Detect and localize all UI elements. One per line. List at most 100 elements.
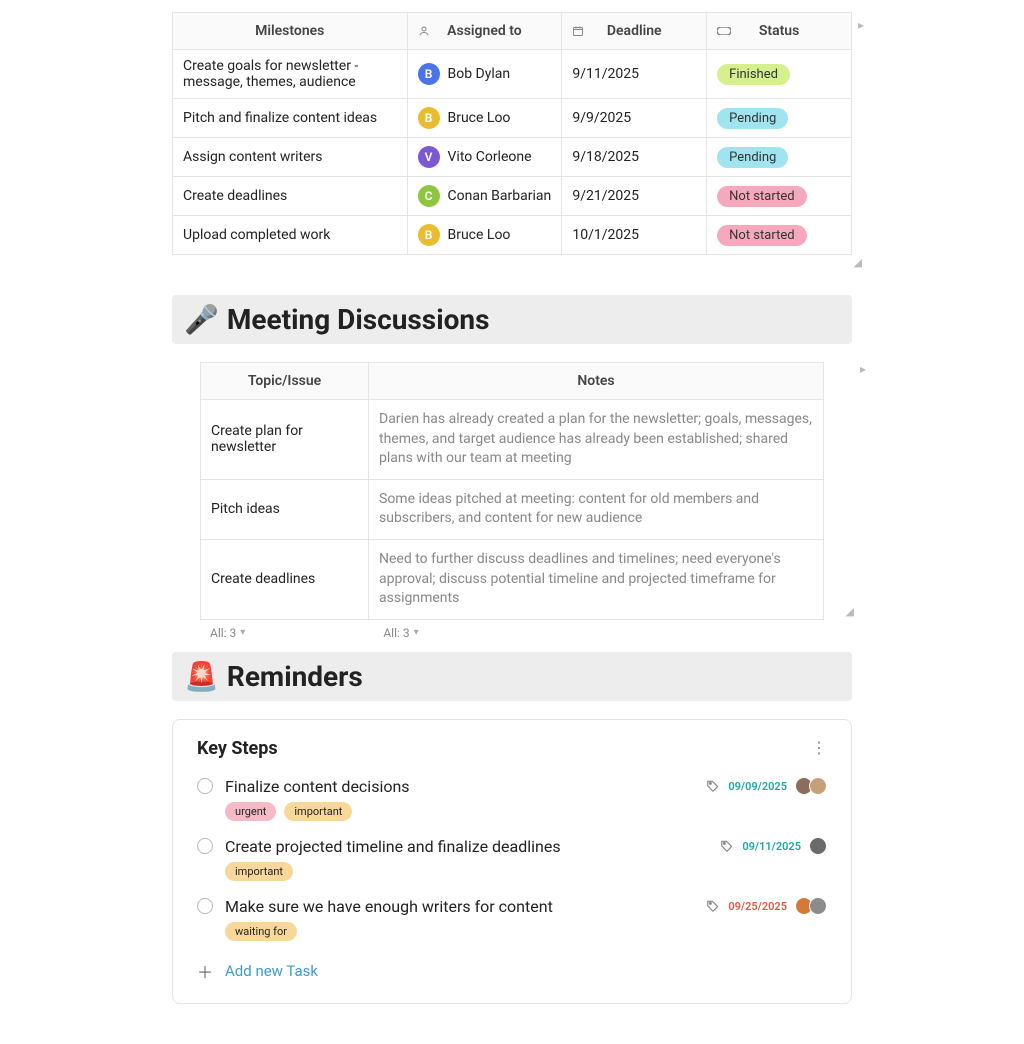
task-item[interactable]: Make sure we have enough writers for con… <box>197 891 827 951</box>
discussions-table-container: ▸ Topic/Issue Notes Create plan for news… <box>172 344 852 644</box>
status-badge: Pending <box>717 147 788 168</box>
deadline-cell[interactable]: 9/11/2025 <box>562 50 707 99</box>
col-header-milestones[interactable]: Milestones <box>173 13 408 50</box>
microphone-icon: 🎤 <box>184 303 219 336</box>
table-row[interactable]: Assign content writers V Vito Corleone 9… <box>173 138 852 177</box>
notes-cell[interactable]: Darien has already created a plan for th… <box>369 400 824 480</box>
topic-cell[interactable]: Create deadlines <box>201 539 369 619</box>
deadline-cell[interactable]: 9/21/2025 <box>562 177 707 216</box>
task-checkbox[interactable] <box>197 778 213 794</box>
table-row[interactable]: Create goals for newsletter - message, t… <box>173 50 852 99</box>
assignee-name: Bruce Loo <box>448 227 511 243</box>
milestone-title-cell[interactable]: Pitch and finalize content ideas <box>173 99 408 138</box>
resize-handle-icon[interactable]: ◢ <box>846 605 854 618</box>
section-header-reminders: 🚨 Reminders <box>172 652 852 701</box>
notes-cell[interactable]: Some ideas pitched at meeting: content f… <box>369 479 824 539</box>
milestone-title-cell[interactable]: Assign content writers <box>173 138 408 177</box>
notes-cell[interactable]: Need to further discuss deadlines and ti… <box>369 539 824 619</box>
task-title: Make sure we have enough writers for con… <box>225 897 694 916</box>
table-row[interactable]: Pitch and finalize content ideas B Bruce… <box>173 99 852 138</box>
status-cell[interactable]: Not started <box>707 216 852 255</box>
task-checkbox[interactable] <box>197 898 213 914</box>
expand-right-icon[interactable]: ▸ <box>860 362 866 376</box>
task-tag[interactable]: important <box>284 802 352 821</box>
status-cell[interactable]: Pending <box>707 138 852 177</box>
avatar: C <box>418 185 440 207</box>
avatar: V <box>418 146 440 168</box>
add-task-label: Add new Task <box>225 962 318 980</box>
status-cell[interactable]: Finished <box>707 50 852 99</box>
assignee-cell[interactable]: B Bob Dylan <box>407 50 562 99</box>
col-header-notes[interactable]: Notes <box>369 363 824 400</box>
calendar-icon <box>572 25 584 37</box>
tag-icon <box>706 899 720 913</box>
avatar: B <box>418 107 440 129</box>
col-header-label: Topic/Issue <box>248 373 321 389</box>
person-icon <box>418 25 430 37</box>
deadline-cell[interactable]: 10/1/2025 <box>562 216 707 255</box>
table-footer-count-right[interactable]: All: 3 ▾ <box>383 626 418 640</box>
table-row[interactable]: Create deadlines Need to further discuss… <box>201 539 824 619</box>
table-row[interactable]: Pitch ideas Some ideas pitched at meetin… <box>201 479 824 539</box>
col-header-topic[interactable]: Topic/Issue <box>201 363 369 400</box>
task-date: 09/11/2025 <box>742 840 801 853</box>
chevron-down-icon: ▾ <box>240 627 245 638</box>
table-footer-count-left[interactable]: All: 3 ▾ <box>210 626 245 640</box>
avatar: B <box>418 224 440 246</box>
expand-right-icon[interactable]: ▸ <box>858 18 864 32</box>
assignee-name: Vito Corleone <box>448 149 532 165</box>
status-cell[interactable]: Pending <box>707 99 852 138</box>
task-title: Finalize content decisions <box>225 777 694 796</box>
col-header-assigned[interactable]: Assigned to <box>407 13 562 50</box>
col-header-label: Notes <box>577 373 614 389</box>
resize-handle-icon[interactable]: ◢ <box>854 256 862 269</box>
footer-count-label: All: 3 <box>383 626 409 640</box>
assignee-cell[interactable]: C Conan Barbarian <box>407 177 562 216</box>
section-title: Reminders <box>227 660 363 693</box>
topic-cell[interactable]: Pitch ideas <box>201 479 369 539</box>
status-badge: Pending <box>717 108 788 129</box>
add-task-button[interactable]: ＋ Add new Task <box>197 959 827 983</box>
avatar <box>809 897 827 915</box>
milestones-table: Milestones Assigned to Deadline <box>172 12 852 255</box>
status-badge: Not started <box>717 225 806 246</box>
status-badge: Not started <box>717 186 806 207</box>
col-header-status[interactable]: Status <box>707 13 852 50</box>
task-item[interactable]: Finalize content decisions 09/09/2025 ur… <box>197 771 827 831</box>
deadline-cell[interactable]: 9/9/2025 <box>562 99 707 138</box>
assignee-name: Bob Dylan <box>448 66 511 82</box>
assignee-cell[interactable]: V Vito Corleone <box>407 138 562 177</box>
milestone-title-cell[interactable]: Upload completed work <box>173 216 408 255</box>
task-item[interactable]: Create projected timeline and finalize d… <box>197 831 827 891</box>
task-title: Create projected timeline and finalize d… <box>225 837 708 856</box>
task-tag[interactable]: urgent <box>225 802 276 821</box>
avatar <box>809 777 827 795</box>
plus-icon: ＋ <box>197 959 213 983</box>
assignee-name: Bruce Loo <box>448 110 511 126</box>
deadline-cell[interactable]: 9/18/2025 <box>562 138 707 177</box>
task-checkbox[interactable] <box>197 838 213 854</box>
table-row[interactable]: Upload completed work B Bruce Loo 10/1/2… <box>173 216 852 255</box>
more-menu-icon[interactable]: ⋮ <box>811 740 827 756</box>
assignee-name: Conan Barbarian <box>448 188 552 204</box>
table-row[interactable]: Create plan for newsletter Darien has al… <box>201 400 824 480</box>
assignee-cell[interactable]: B Bruce Loo <box>407 216 562 255</box>
task-avatars <box>795 897 827 915</box>
topic-cell[interactable]: Create plan for newsletter <box>201 400 369 480</box>
milestone-title-cell[interactable]: Create goals for newsletter - message, t… <box>173 50 408 99</box>
task-avatars <box>795 777 827 795</box>
col-header-deadline[interactable]: Deadline <box>562 13 707 50</box>
footer-count-label: All: 3 <box>210 626 236 640</box>
reminders-card: Key Steps ⋮ Finalize content decisions 0… <box>172 719 852 1004</box>
reminder-icon: 🚨 <box>184 660 219 693</box>
discussions-table: Topic/Issue Notes Create plan for newsle… <box>200 362 824 620</box>
pill-icon <box>717 27 731 35</box>
avatar: B <box>418 63 440 85</box>
task-tag[interactable]: important <box>225 862 293 881</box>
status-cell[interactable]: Not started <box>707 177 852 216</box>
task-tag[interactable]: waiting for <box>225 922 297 941</box>
col-header-label: Milestones <box>255 23 324 39</box>
milestone-title-cell[interactable]: Create deadlines <box>173 177 408 216</box>
table-row[interactable]: Create deadlines C Conan Barbarian 9/21/… <box>173 177 852 216</box>
assignee-cell[interactable]: B Bruce Loo <box>407 99 562 138</box>
